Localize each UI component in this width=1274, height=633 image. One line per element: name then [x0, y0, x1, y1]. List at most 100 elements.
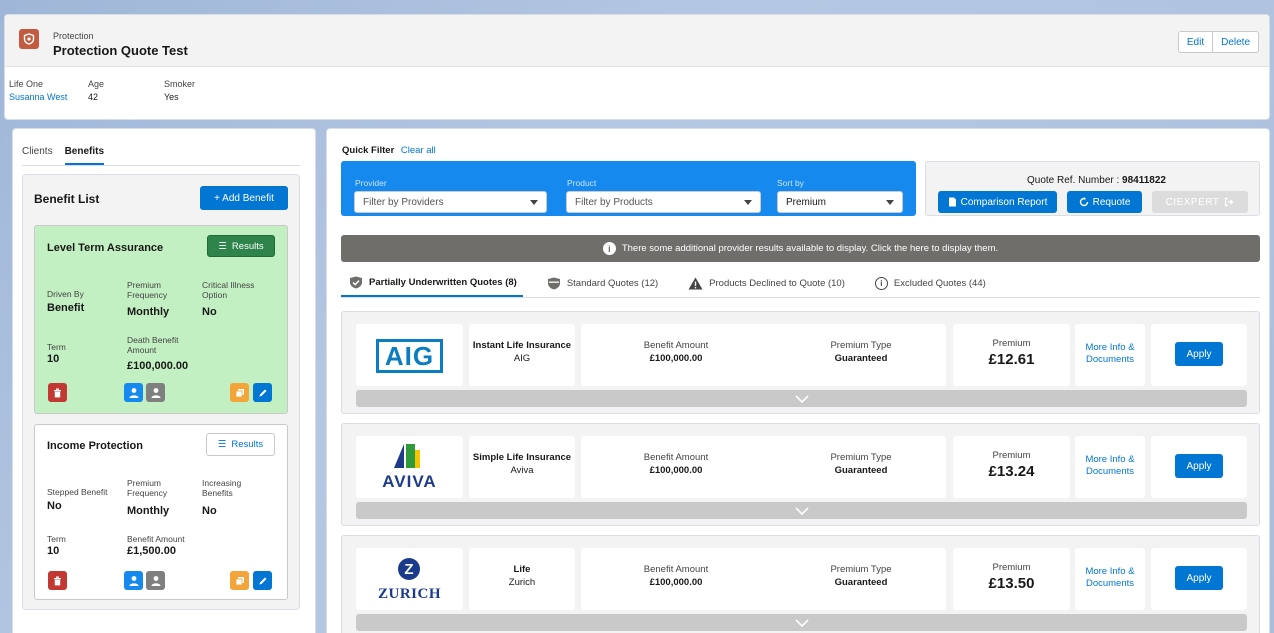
apply-cell: Apply	[1151, 324, 1247, 386]
premium-label: Premium	[992, 338, 1031, 349]
benefit-card-title: Level Term Assurance	[47, 242, 164, 254]
apply-button[interactable]: Apply	[1175, 342, 1223, 366]
comparison-report-button[interactable]: Comparison Report	[938, 191, 1057, 213]
requote-button[interactable]: Requote	[1067, 191, 1142, 213]
comparison-report-label: Comparison Report	[960, 196, 1048, 208]
left-tabs: Clients Benefits	[22, 146, 300, 166]
tab-declined[interactable]: Products Declined to Quote (10)	[680, 276, 851, 297]
warning-icon	[688, 277, 703, 290]
more-info-link[interactable]: More Info & Documents	[1075, 342, 1145, 366]
list-icon: ☰	[217, 439, 227, 450]
life-one-button[interactable]	[124, 383, 143, 402]
life-two-button[interactable]	[146, 383, 165, 402]
field-value: Monthly	[127, 505, 170, 517]
more-info-link[interactable]: More Info & Documents	[1075, 454, 1145, 478]
quote-card: AVIVA Simple Life Insurance Aviva Benefi…	[341, 423, 1260, 526]
copy-benefit-button[interactable]	[230, 383, 249, 402]
quick-filter-label: Quick Filter	[342, 145, 395, 156]
more-info-cell: More Info & Documents	[1075, 436, 1145, 498]
expand-bar[interactable]	[356, 390, 1247, 407]
expand-bar[interactable]	[356, 614, 1247, 631]
apply-button[interactable]: Apply	[1175, 566, 1223, 590]
life-one-button[interactable]	[124, 571, 143, 590]
copy-icon	[235, 576, 244, 585]
tab-partially-underwritten[interactable]: Partially Underwritten Quotes (8)	[341, 276, 523, 297]
quick-filter: Quick Filter Clear all	[342, 145, 436, 156]
add-benefit-button[interactable]: + Add Benefit	[200, 186, 288, 210]
details-cell: Benefit Amount £100,000.00 Premium Type …	[581, 548, 946, 610]
chevron-down-icon	[794, 506, 809, 515]
record-header: Protection Protection Quote Test Edit De…	[4, 14, 1270, 120]
premium-type-label: Premium Type	[830, 340, 892, 351]
results-button[interactable]: ☰ Results	[206, 433, 275, 456]
tab-clients[interactable]: Clients	[22, 146, 53, 165]
tab-standard[interactable]: Standard Quotes (12)	[539, 276, 664, 297]
life-two-button[interactable]	[146, 571, 165, 590]
premium-value: £13.24	[988, 463, 1035, 480]
field-label: Term	[47, 534, 66, 544]
tab-benefits[interactable]: Benefits	[64, 146, 105, 165]
ciexpert-label: CIEXPERT	[1165, 196, 1220, 208]
product-cell: Simple Life Insurance Aviva	[469, 436, 575, 498]
ciexpert-button[interactable]: CIEXPERT	[1152, 191, 1248, 213]
edit-benefit-button[interactable]	[253, 383, 272, 402]
provider-select[interactable]: Filter by Providers	[354, 191, 547, 213]
edit-button[interactable]: Edit	[1177, 31, 1214, 53]
delete-benefit-button[interactable]	[48, 383, 67, 402]
provider-name: Aviva	[510, 465, 534, 476]
field-label: Stepped Benefit	[47, 487, 108, 497]
field-label: Smoker	[164, 79, 196, 89]
field-label: Life One	[9, 79, 44, 89]
apply-button[interactable]: Apply	[1175, 454, 1223, 478]
benefit-card-title: Income Protection	[47, 440, 143, 452]
person-icon	[129, 575, 138, 586]
life-one-link[interactable]: Susanna West	[9, 92, 67, 102]
field-value: Yes	[164, 92, 179, 102]
tab-label: Standard Quotes (12)	[566, 278, 659, 289]
sort-select[interactable]: Premium	[777, 191, 903, 213]
results-label: Results	[231, 240, 264, 252]
product-select[interactable]: Filter by Products	[566, 191, 761, 213]
product-name: Instant Life Insurance	[472, 340, 572, 351]
tab-label: Partially Underwritten Quotes (8)	[369, 277, 517, 288]
header-actions: Edit Delete	[1177, 31, 1259, 53]
premium-type-value: Guaranteed	[834, 353, 888, 364]
zurich-logo-text: ZURICH	[377, 586, 441, 602]
premium-cell: Premium £13.50	[953, 548, 1070, 610]
delete-button[interactable]: Delete	[1213, 31, 1259, 53]
quote-ref-number: 98411822	[1122, 175, 1166, 186]
benefit-amount-label: Benefit Amount	[643, 452, 709, 463]
product-cell: Instant Life Insurance AIG	[469, 324, 575, 386]
edit-benefit-button[interactable]	[253, 571, 272, 590]
results-button[interactable]: ☰ Results	[207, 235, 275, 257]
additional-results-banner[interactable]: i There some additional provider results…	[341, 235, 1260, 262]
field-label: Term	[47, 342, 66, 352]
trash-icon	[54, 388, 61, 397]
provider-name: Zurich	[508, 577, 536, 588]
field-value: £100,000.00	[127, 360, 189, 372]
shield-icon	[547, 277, 560, 290]
field-value: No	[47, 500, 62, 512]
more-info-cell: More Info & Documents	[1075, 548, 1145, 610]
apply-cell: Apply	[1151, 436, 1247, 498]
copy-benefit-button[interactable]	[230, 571, 249, 590]
tab-label: Excluded Quotes (44)	[893, 278, 986, 289]
clear-all-link[interactable]: Clear all	[401, 145, 436, 156]
copy-icon	[235, 388, 244, 397]
results-label: Results	[231, 439, 264, 450]
field-label: Premium Frequency	[127, 280, 168, 300]
zurich-logo-mark: Z	[398, 558, 420, 580]
expand-bar[interactable]	[356, 502, 1247, 519]
tab-excluded[interactable]: i Excluded Quotes (44)	[867, 276, 992, 297]
field-value: Benefit	[47, 302, 85, 314]
more-info-link[interactable]: More Info & Documents	[1075, 566, 1145, 590]
caret-down-icon	[744, 200, 752, 205]
chevron-down-icon	[794, 394, 809, 403]
smoker-field: Smoker Yes	[164, 79, 195, 102]
more-info-cell: More Info & Documents	[1075, 324, 1145, 386]
product-name: Life	[513, 564, 531, 575]
apply-cell: Apply	[1151, 548, 1247, 610]
field-label: Premium Frequency	[127, 478, 168, 498]
provider-logo-cell: AVIVA	[356, 436, 463, 498]
delete-benefit-button[interactable]	[48, 571, 67, 590]
